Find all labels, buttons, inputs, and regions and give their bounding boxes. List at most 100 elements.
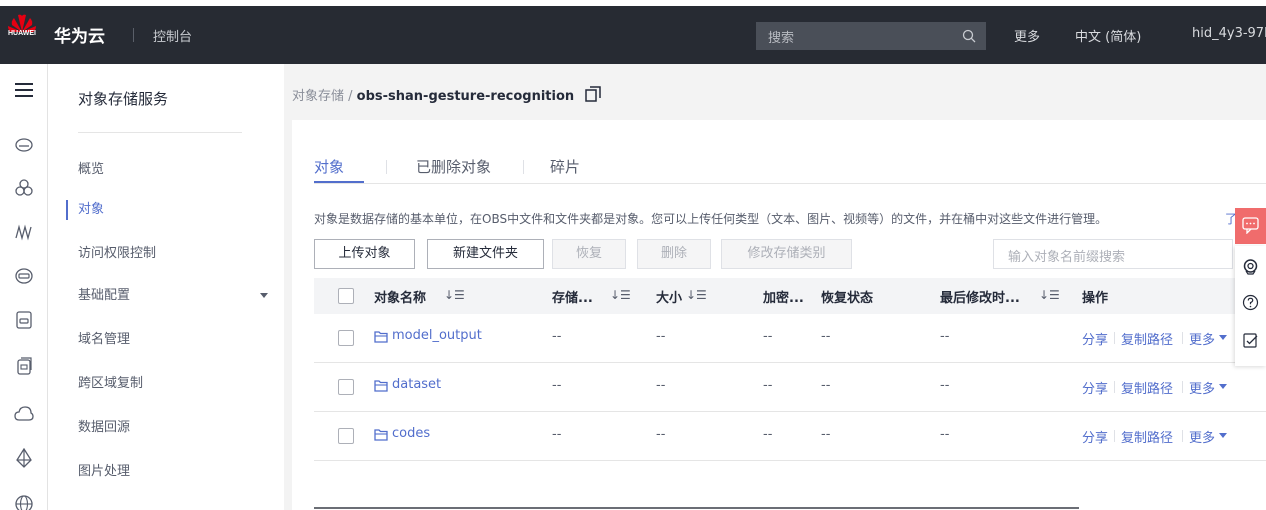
folder-icon [374,429,388,441]
feedback-icon[interactable] [1242,332,1259,349]
horizontal-scrollbar[interactable] [314,507,1079,509]
sidebar-item-basic-config[interactable]: 基础配置 [78,284,268,308]
col-size[interactable]: 大小 [656,287,682,306]
sidebar-item-cross-region[interactable]: 跨区域复制 [78,372,268,396]
new-folder-button[interactable]: 新建文件夹 [427,239,544,269]
cluster-icon[interactable] [14,178,34,198]
sort-icon[interactable]: ↓☰ [686,288,707,302]
breadcrumb-separator: / [344,89,357,104]
cloud-server-icon[interactable] [14,134,34,154]
support-icon[interactable] [1242,258,1259,275]
chevron-down-icon[interactable] [1219,384,1227,389]
cell-encryption: -- [763,427,773,442]
row-checkbox[interactable] [338,330,354,346]
cell-size: -- [656,427,666,442]
row-checkbox[interactable] [338,379,354,395]
breadcrumb-root[interactable]: 对象存储 [292,89,344,104]
action-divider [1182,381,1183,393]
sidebar-item-objects[interactable]: 对象 [78,198,268,222]
more-menu[interactable]: 更多 [1014,26,1040,45]
language-switch[interactable]: 中文 (简体) [1075,26,1141,45]
menu-icon[interactable] [14,80,34,100]
active-indicator [66,200,68,220]
sidebar-item-access-control[interactable]: 访问权限控制 [78,242,268,266]
table-row[interactable]: codes -- -- -- -- -- 分享 复制路径 更多 [314,412,1266,461]
table-row[interactable]: model_output -- -- -- -- -- 分享 复制路径 更多 [314,314,1266,363]
share-link[interactable]: 分享 [1082,378,1108,397]
col-operations: 操作 [1082,291,1109,306]
chevron-down-icon[interactable] [260,293,268,298]
copy-path-link[interactable]: 复制路径 [1121,329,1173,348]
sort-icon[interactable]: ↓☰ [610,288,631,302]
select-all-checkbox[interactable] [338,288,354,304]
cloud-icon[interactable] [14,404,34,424]
copy-icon[interactable] [585,86,601,102]
service-title: 对象存储服务 [78,90,169,108]
cell-storage: -- [552,378,562,393]
sidebar-item-domain[interactable]: 域名管理 [78,328,268,352]
top-edge [0,0,1266,6]
chevron-down-icon[interactable] [1219,433,1227,438]
action-divider [1114,332,1115,344]
tab-objects[interactable]: 对象 [314,156,344,177]
object-search-input[interactable]: 输入对象名前缀搜索 [993,239,1233,269]
sidebar-item-overview[interactable]: 概览 [78,158,268,182]
cdn-icon[interactable] [14,448,34,468]
more-actions-link[interactable]: 更多 [1189,427,1215,446]
help-icon[interactable] [1242,294,1259,311]
table-row[interactable]: dataset -- -- -- -- -- 分享 复制路径 更多 [314,363,1266,412]
more-actions-link[interactable]: 更多 [1189,378,1215,397]
row-checkbox[interactable] [338,428,354,444]
cell-restore: -- [821,329,831,344]
cell-encryption: -- [763,329,773,344]
cell-size: -- [656,378,666,393]
object-name-link[interactable]: model_output [392,328,482,343]
user-account[interactable]: hid_4y3-97h [1192,26,1266,41]
object-name-link[interactable]: dataset [392,377,441,392]
object-name-link[interactable]: codes [392,426,430,441]
folder-icon [374,331,388,343]
col-encryption[interactable]: 加密... [763,287,804,306]
brand-name[interactable]: 华为云 [54,22,105,47]
cell-modified: -- [940,378,950,393]
database-icon[interactable] [14,266,34,286]
sort-icon[interactable]: ↓☰ [444,288,465,302]
globe-icon[interactable] [14,494,34,510]
modelarts-icon[interactable] [14,222,34,242]
action-divider [1182,430,1183,442]
col-object-name[interactable]: 对象名称 [374,287,426,306]
active-tab-underline [314,181,364,183]
col-last-modified[interactable]: 最后修改时... [940,287,1020,306]
cell-modified: -- [940,427,950,442]
console-link[interactable]: 控制台 [153,26,192,45]
breadcrumb-current: obs-shan-gesture-recognition [356,89,575,104]
tab-deleted-objects[interactable]: 已删除对象 [416,156,491,177]
upload-object-button[interactable]: 上传对象 [314,239,415,269]
cell-storage: -- [552,329,562,344]
global-search-input[interactable]: 搜索 [756,22,986,50]
cell-restore: -- [821,427,831,442]
col-storage-class[interactable]: 存储... [552,287,593,306]
restore-button[interactable]: 恢复 [552,239,626,269]
share-link[interactable]: 分享 [1082,329,1108,348]
storage-icon[interactable] [14,310,34,330]
more-actions-link[interactable]: 更多 [1189,329,1215,348]
delete-button[interactable]: 删除 [637,239,711,269]
chat-button[interactable] [1235,208,1266,244]
search-icon[interactable] [962,29,976,43]
sort-icon[interactable]: ↓☰ [1039,288,1060,302]
backup-icon[interactable] [14,356,34,376]
sidebar-item-back-to-source[interactable]: 数据回源 [78,416,268,440]
change-storage-class-button[interactable]: 修改存储类别 [721,239,852,269]
chevron-down-icon[interactable] [1219,335,1227,340]
tab-divider [386,160,387,174]
service-sidebar: 对象存储服务 概览 对象 访问权限控制 基础配置 域名管理 跨区域复制 数据回源… [48,64,284,510]
objects-description: 对象是数据存储的基本单位，在OBS中文件和文件夹都是对象。您可以上传任何类型（文… [314,212,1108,226]
share-link[interactable]: 分享 [1082,427,1108,446]
tab-fragments[interactable]: 碎片 [550,156,580,177]
copy-path-link[interactable]: 复制路径 [1121,378,1173,397]
copy-path-link[interactable]: 复制路径 [1121,427,1173,446]
search-placeholder: 搜索 [768,31,795,46]
sidebar-item-image-processing[interactable]: 图片处理 [78,460,268,484]
table-header: 对象名称 ↓☰ 存储... ↓☰ 大小 ↓☰ 加密... 恢复状态 最后修改时.… [314,278,1266,314]
